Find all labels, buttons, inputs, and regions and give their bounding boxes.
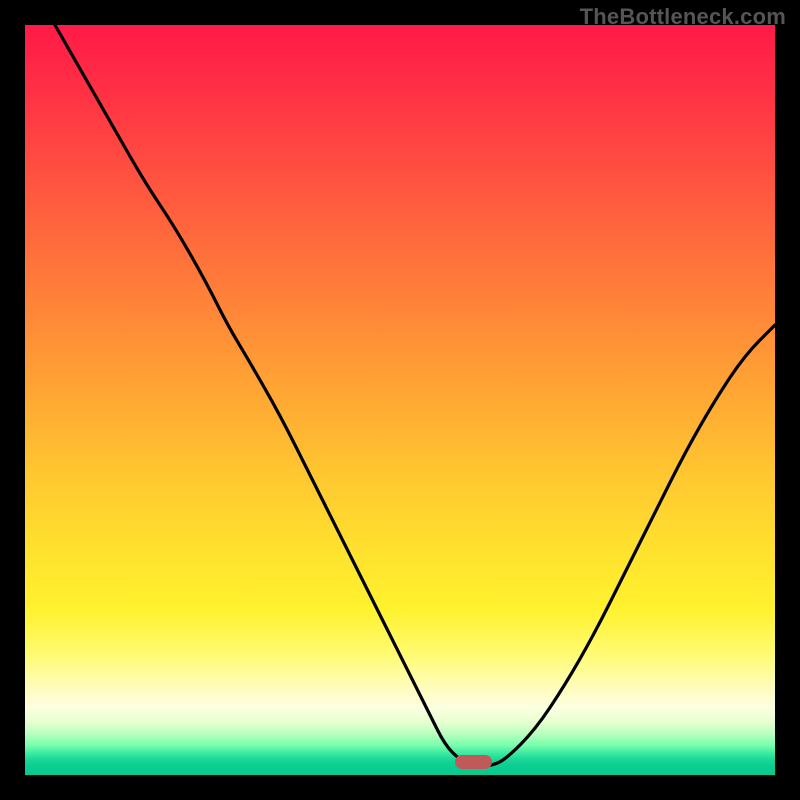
plot-area [25, 25, 775, 775]
trough-marker [455, 755, 492, 769]
bottleneck-curve [25, 25, 775, 775]
chart-frame: TheBottleneck.com [0, 0, 800, 800]
watermark-text: TheBottleneck.com [580, 4, 786, 30]
curve-path [55, 25, 775, 766]
